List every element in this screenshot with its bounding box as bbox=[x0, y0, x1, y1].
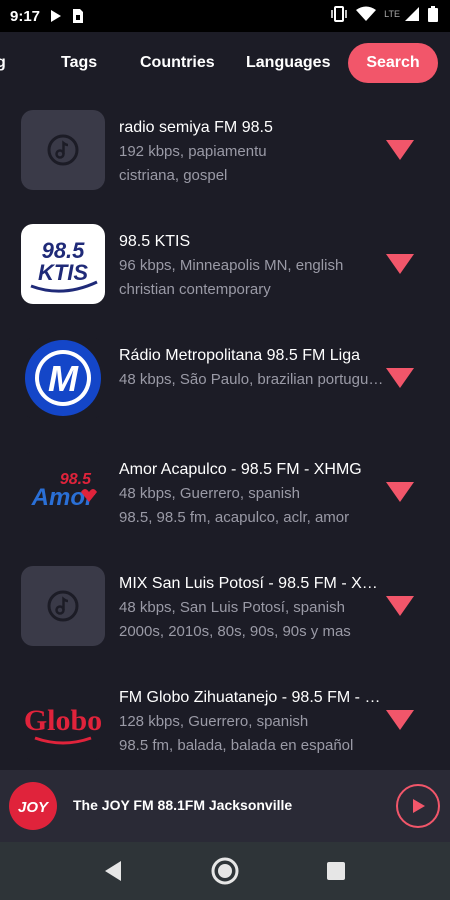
battery-icon bbox=[428, 6, 438, 22]
station-item[interactable]: M Rádio Metropolitana 98.5 FM Liga 48 kb… bbox=[0, 324, 450, 438]
station-name: FM Globo Zihuatanejo - 98.5 FM - XHZH bbox=[119, 689, 389, 706]
station-details: 48 kbps, San Luis Potosí, spanish bbox=[119, 599, 345, 616]
tab-bar: g Tags Countries Languages Search bbox=[0, 32, 450, 96]
play-icon bbox=[51, 10, 62, 22]
now-playing-title: The JOY FM 88.1FM Jacksonville bbox=[73, 797, 293, 813]
station-list[interactable]: radio semiya FM 98.5 192 kbps, papiament… bbox=[0, 96, 450, 770]
ktis-logo: 98.5 KTIS bbox=[30, 238, 98, 293]
station-logo: Globo bbox=[21, 680, 105, 760]
station-name: radio semiya FM 98.5 bbox=[119, 119, 273, 136]
station-item[interactable]: Globo FM Globo Zihuatanejo - 98.5 FM - X… bbox=[0, 666, 450, 770]
tab-tags[interactable]: Tags bbox=[61, 54, 97, 72]
station-tags: 98.5, 98.5 fm, acapulco, aclr, amor bbox=[119, 509, 350, 526]
music-note-icon bbox=[47, 134, 79, 166]
now-playing-logo: JOY bbox=[9, 782, 57, 830]
play-button[interactable] bbox=[396, 784, 440, 828]
station-item[interactable]: radio semiya FM 98.5 192 kbps, papiament… bbox=[0, 96, 450, 210]
station-logo bbox=[21, 566, 105, 646]
favorite-heart-icon[interactable] bbox=[386, 140, 414, 162]
tab-search[interactable]: Search bbox=[348, 43, 438, 83]
station-logo: M bbox=[21, 338, 105, 418]
station-logo: 98.5 KTIS bbox=[21, 224, 105, 304]
music-note-icon bbox=[47, 590, 79, 622]
globo-logo-word: Globo bbox=[24, 704, 102, 737]
wifi-icon bbox=[356, 6, 377, 21]
tab-partial[interactable]: g bbox=[0, 54, 12, 72]
station-tags: 2000s, 2010s, 80s, 90s, 90s y mas bbox=[119, 623, 351, 640]
signal-icon bbox=[405, 7, 419, 21]
station-tags: christian contemporary bbox=[119, 281, 271, 298]
station-tags: cistriana, gospel bbox=[119, 167, 228, 184]
tab-countries[interactable]: Countries bbox=[140, 54, 215, 72]
station-logo: 98.5 Amor bbox=[21, 452, 105, 532]
favorite-heart-icon[interactable] bbox=[386, 596, 414, 618]
favorite-heart-icon[interactable] bbox=[386, 368, 414, 390]
home-icon[interactable] bbox=[210, 856, 240, 886]
station-details: 192 kbps, papiamentu bbox=[119, 143, 267, 160]
globo-logo: Globo bbox=[24, 704, 102, 745]
station-details: 96 kbps, Minneapolis MN, english bbox=[119, 257, 344, 274]
station-details: 48 kbps, Guerrero, spanish bbox=[119, 485, 300, 502]
tab-languages[interactable]: Languages bbox=[246, 54, 330, 72]
station-logo bbox=[21, 110, 105, 190]
metropolitana-logo: M bbox=[25, 340, 101, 416]
station-name: 98.5 KTIS bbox=[119, 233, 191, 250]
joy-logo: JOY bbox=[18, 799, 50, 816]
recents-icon[interactable] bbox=[326, 861, 346, 881]
amor-logo: 98.5 Amor bbox=[31, 471, 97, 511]
favorite-heart-icon[interactable] bbox=[386, 482, 414, 504]
station-details: 128 kbps, Guerrero, spanish bbox=[119, 713, 309, 730]
joy-logo-text: JOY bbox=[18, 799, 50, 816]
sim-icon bbox=[73, 9, 84, 23]
network-type-label: LTE bbox=[384, 9, 400, 19]
metropolitana-logo-letter: M bbox=[48, 358, 79, 399]
ktis-logo-letters: KTIS bbox=[38, 260, 88, 285]
station-name: Amor Acapulco - 98.5 FM - XHMG bbox=[119, 461, 362, 478]
station-name: Rádio Metropolitana 98.5 FM Liga bbox=[119, 347, 361, 364]
favorite-heart-icon[interactable] bbox=[386, 710, 414, 732]
station-tags: 98.5 fm, balada, balada en español bbox=[119, 737, 354, 754]
status-bar: 9:17 LTE bbox=[0, 0, 450, 32]
vibrate-icon bbox=[331, 6, 347, 22]
station-item[interactable]: MIX San Luis Potosí - 98.5 FM - XHOD 48 … bbox=[0, 552, 450, 666]
station-item[interactable]: 98.5 KTIS 98.5 KTIS 96 kbps, Minneapolis… bbox=[0, 210, 450, 324]
status-time: 9:17 bbox=[10, 7, 41, 25]
play-icon bbox=[413, 799, 425, 813]
station-name: MIX San Luis Potosí - 98.5 FM - XHOD bbox=[119, 575, 389, 592]
station-details: 48 kbps, São Paulo, brazilian portuguese bbox=[119, 371, 384, 388]
navigation-bar bbox=[0, 842, 450, 900]
mini-player[interactable]: JOY The JOY FM 88.1FM Jacksonville bbox=[0, 770, 450, 842]
favorite-heart-icon[interactable] bbox=[386, 254, 414, 276]
station-item[interactable]: 98.5 Amor Amor Acapulco - 98.5 FM - XHMG… bbox=[0, 438, 450, 552]
back-icon[interactable] bbox=[103, 860, 123, 882]
